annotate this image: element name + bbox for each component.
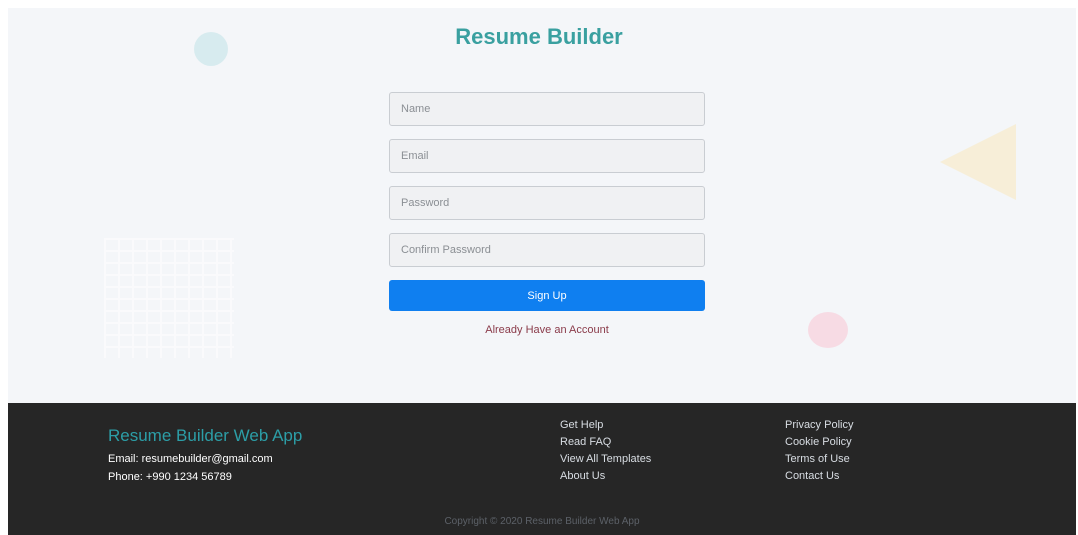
footer-link-item: Get Help	[560, 417, 651, 434]
footer-link-item: Cookie Policy	[785, 434, 853, 451]
confirm-password-input[interactable]	[389, 233, 705, 267]
footer-link-item: View All Templates	[560, 451, 651, 468]
footer-link-item: Contact Us	[785, 468, 853, 485]
footer-link-item: About Us	[560, 468, 651, 485]
get-help-link[interactable]: Get Help	[560, 419, 603, 431]
privacy-policy-link[interactable]: Privacy Policy	[785, 419, 853, 431]
contact-us-link[interactable]: Contact Us	[785, 470, 839, 482]
page-title: Resume Builder	[455, 24, 623, 49]
footer-brand: Resume Builder Web App	[108, 426, 303, 445]
footer-link-item: Terms of Use	[785, 451, 853, 468]
already-have-account-link[interactable]: Already Have an Account	[389, 324, 705, 336]
decorative-circle-pink	[808, 312, 848, 348]
sign-up-button[interactable]: Sign Up	[389, 280, 705, 311]
password-input[interactable]	[389, 186, 705, 220]
cookie-policy-link[interactable]: Cookie Policy	[785, 436, 852, 448]
name-input[interactable]	[389, 92, 705, 126]
signup-page: Sign Up Already Have an Account Resume B…	[8, 8, 1076, 535]
email-input[interactable]	[389, 139, 705, 173]
copyright-text: Copyright © 2020 Resume Builder Web App	[444, 516, 640, 527]
footer-links-help: Get Help Read FAQ View All Templates Abo…	[560, 417, 651, 485]
read-faq-link[interactable]: Read FAQ	[560, 436, 611, 448]
view-all-templates-link[interactable]: View All Templates	[560, 453, 651, 465]
footer-phone: Phone: +990 1234 56789	[108, 471, 232, 483]
decorative-grid-pattern	[104, 238, 234, 358]
about-us-link[interactable]: About Us	[560, 470, 605, 482]
footer-email: Email: resumebuilder@gmail.com	[108, 453, 273, 465]
decorative-triangle-yellow	[940, 124, 1016, 200]
footer-link-item: Privacy Policy	[785, 417, 853, 434]
footer-link-item: Read FAQ	[560, 434, 651, 451]
terms-of-use-link[interactable]: Terms of Use	[785, 453, 850, 465]
footer: Resume Builder Web App Email: resumebuil…	[8, 403, 1076, 535]
footer-links-legal: Privacy Policy Cookie Policy Terms of Us…	[785, 417, 853, 485]
